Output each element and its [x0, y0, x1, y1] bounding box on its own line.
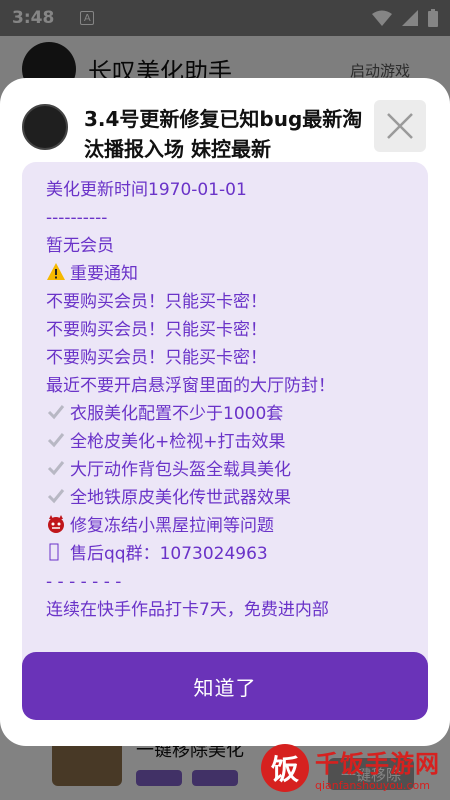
close-button[interactable]: [374, 100, 426, 152]
notice-line: - - - - - - -: [46, 568, 404, 596]
notice-line-text: 全枪皮美化+检视+打击效果: [70, 432, 286, 452]
dialog-title: 3.4号更新修复已知bug最新淘汰播报入场 妹控最新: [84, 107, 363, 160]
check-icon: [46, 486, 66, 506]
close-icon: [387, 113, 413, 139]
got-it-button[interactable]: 知道了: [22, 652, 428, 720]
notice-line: 全枪皮美化+检视+打击效果: [46, 428, 404, 456]
notice-line: 修复冻结小黑屋拉闸等问题: [46, 512, 404, 540]
notice-line: 最近不要开启悬浮窗里面的大厅防封！: [46, 372, 404, 400]
notice-line-text: 修复冻结小黑屋拉闸等问题: [70, 516, 274, 536]
notice-line: 衣服美化配置不少于1000套: [46, 400, 404, 428]
check-icon: [46, 430, 66, 450]
check-icon: [46, 402, 66, 422]
notice-content: 美化更新时间1970-01-01 ---------- 暂无会员重要通知不要购买会员…: [22, 162, 428, 710]
notice-line-text: 售后qq群：1073024963: [70, 544, 268, 564]
notice-line: 重要通知: [46, 260, 404, 288]
notice-line-text: 大厅动作背包头盔全载具美化: [70, 460, 291, 480]
check-icon: [46, 458, 66, 478]
notice-line-text: 衣服美化配置不少于1000套: [70, 404, 284, 424]
notice-line-text: 重要通知: [70, 264, 138, 284]
notice-line: 大厅动作背包头盔全载具美化: [46, 456, 404, 484]
warning-icon: [46, 262, 66, 282]
notice-line: 美化更新时间1970-01-01: [46, 176, 404, 204]
notice-line-text: 不要购买会员！只能买卡密！: [46, 292, 267, 312]
notice-line-text: 全地铁原皮美化传世武器效果: [70, 488, 291, 508]
dialog-avatar: [22, 104, 68, 150]
notice-line: 不要购买会员！只能买卡密！: [46, 344, 404, 372]
watermark-url: qianfanshouyou.com: [315, 779, 430, 792]
missing-glyph-icon: [46, 542, 66, 562]
announcement-dialog: 3.4号更新修复已知bug最新淘汰播报入场 妹控最新 美化更新时间1970-01…: [0, 78, 450, 746]
notice-line: 不要购买会员！只能买卡密！: [46, 288, 404, 316]
watermark: 饭 千饭手游网 qianfanshouyou.com: [261, 744, 440, 792]
watermark-name: 千饭手游网: [315, 750, 440, 778]
dialog-header: 3.4号更新修复已知bug最新淘汰播报入场 妹控最新: [22, 100, 432, 160]
notice-line-text: 连续在快手作品打卡7天，免费进内部: [46, 600, 329, 620]
notice-line: 暂无会员: [46, 232, 404, 260]
notice-line: 全地铁原皮美化传世武器效果: [46, 484, 404, 512]
demon-icon: [46, 514, 66, 534]
notice-line: ----------: [46, 204, 404, 232]
notice-line-text: 美化更新时间1970-01-01: [46, 180, 247, 200]
notice-line-text: 暂无会员: [46, 236, 114, 256]
watermark-logo-icon: 饭: [261, 744, 309, 792]
notice-line-text: 不要购买会员！只能买卡密！: [46, 320, 267, 340]
notice-line-text: 不要购买会员！只能买卡密！: [46, 348, 267, 368]
notice-line: 不要购买会员！只能买卡密！: [46, 316, 404, 344]
notice-line-text: - - - - - - -: [46, 572, 122, 592]
notice-line-text: 最近不要开启悬浮窗里面的大厅防封！: [46, 376, 335, 396]
notice-line-text: ----------: [46, 208, 108, 228]
notice-line: 售后qq群：1073024963: [46, 540, 404, 568]
notice-line: 连续在快手作品打卡7天，免费进内部: [46, 596, 404, 624]
